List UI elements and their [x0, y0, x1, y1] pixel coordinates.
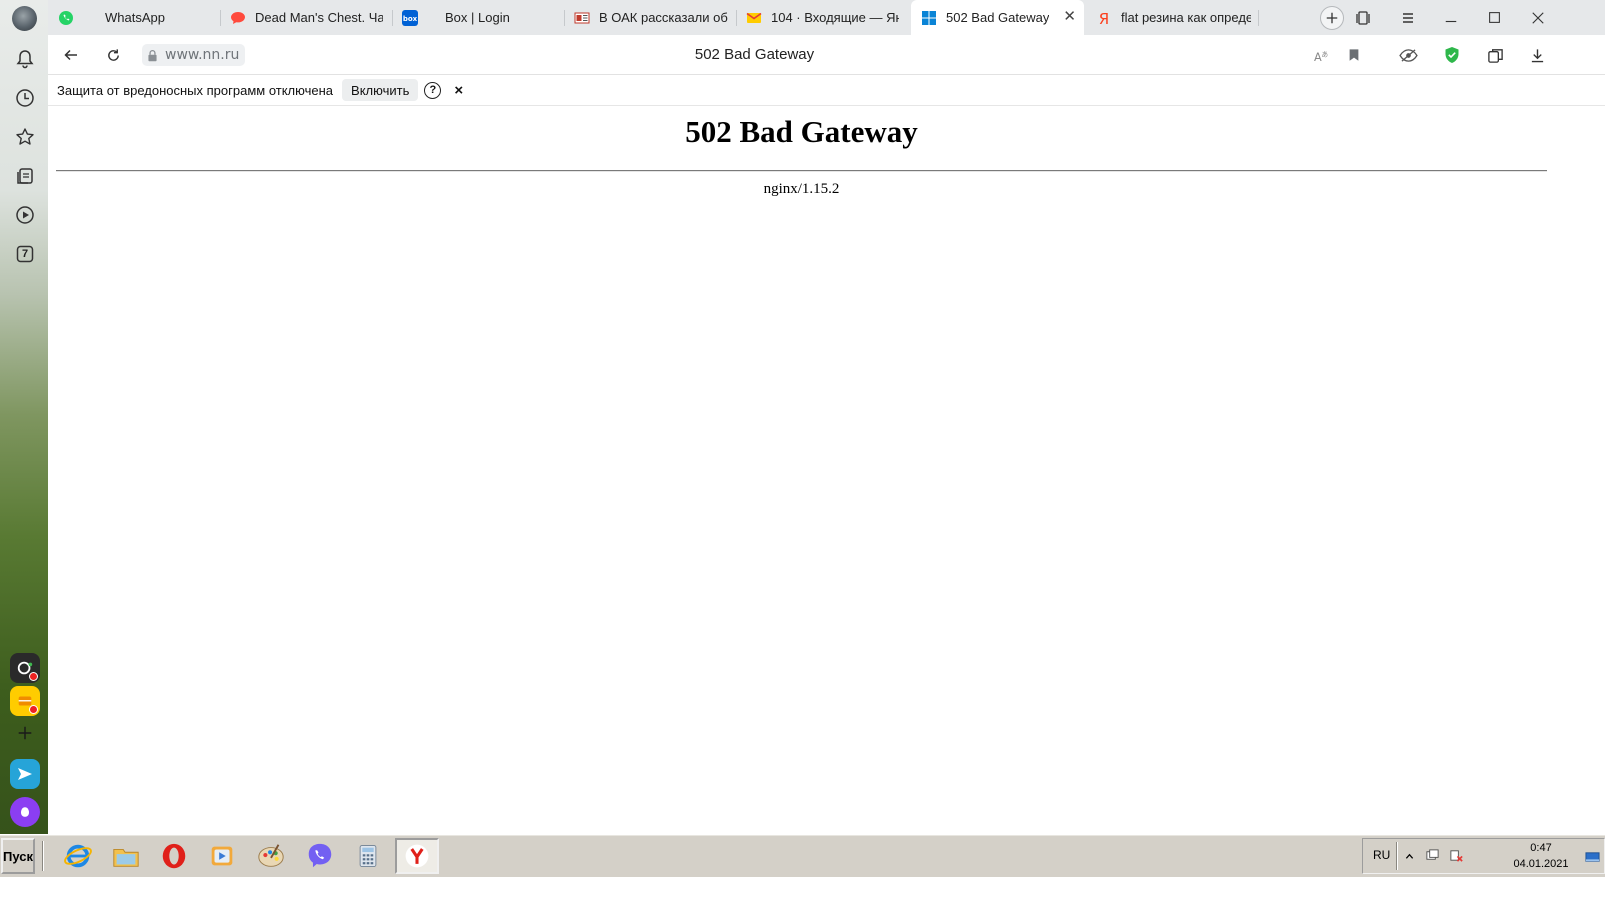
help-question-icon[interactable]: ? [424, 81, 442, 99]
notification-dot [29, 672, 38, 681]
whatsapp-icon [58, 10, 74, 26]
address-page-title[interactable]: 502 Bad Gateway [48, 46, 1461, 63]
chat-bubble-icon [230, 10, 246, 26]
bookmarks-star-icon[interactable] [14, 126, 36, 148]
yandex-browser-taskbar-icon[interactable] [395, 838, 439, 874]
error-heading: 502 Bad Gateway [685, 114, 918, 149]
horizontal-rule [56, 170, 1547, 172]
market-app-icon[interactable] [10, 686, 40, 716]
tab-box-login[interactable]: box Box | Login [392, 0, 564, 35]
svg-text:box: box [403, 15, 418, 23]
page-content: 502 Bad Gateway nginx/1.15.2 [48, 106, 1605, 834]
taskbar-separator [42, 841, 44, 871]
enable-protection-button[interactable]: Включить [342, 79, 419, 101]
tab-502-bad-gateway[interactable]: 502 Bad Gateway ✕ [911, 0, 1084, 35]
tab-close-icon[interactable]: ✕ [1063, 9, 1076, 25]
extensions-puzzle-icon[interactable] [1482, 43, 1508, 67]
paint-palette-icon[interactable] [249, 838, 293, 874]
tab-manager-icon[interactable] [1343, 0, 1383, 35]
counter-badge-icon[interactable]: 7 [14, 243, 36, 265]
svg-text:Я: Я [1099, 10, 1109, 26]
system-tray: RU 0:47 04.01.2021 [1362, 838, 1605, 874]
download-icon[interactable] [1524, 43, 1550, 67]
tab-title: WhatsApp [105, 10, 165, 25]
opera-icon[interactable] [152, 838, 196, 874]
address-toolbar: www.nn.ru 502 Bad Gateway Aあ [48, 35, 1605, 75]
menu-hamburger-icon[interactable] [1388, 0, 1428, 35]
show-desktop-icon[interactable] [1585, 850, 1600, 870]
camera-app-icon[interactable] [10, 653, 40, 683]
alice-assistant-icon[interactable] [10, 797, 40, 827]
mail-icon [746, 10, 762, 26]
server-signature: nginx/1.15.2 [763, 181, 840, 197]
show-hidden-icons-chevron-icon[interactable] [1405, 848, 1414, 866]
maximize-icon[interactable] [1474, 0, 1514, 35]
file-explorer-icon[interactable] [104, 838, 148, 874]
volume-muted-tray-icon[interactable] [1449, 848, 1464, 868]
collections-icon[interactable] [14, 165, 36, 187]
tab-title: 104 · Входящие — Янд [771, 10, 899, 25]
tab-title: Box | Login [445, 10, 510, 25]
keyboard-language-indicator[interactable]: RU [1373, 848, 1390, 862]
calculator-icon[interactable] [346, 838, 390, 874]
news-icon [574, 10, 590, 26]
tab-title: В ОАК рассказали об у [599, 10, 729, 25]
infobar-message: Защита от вредоносных программ отключена [57, 82, 334, 98]
tab-strip: WhatsApp Dead Man's Chest. Час box Box |… [48, 0, 1605, 35]
windows-taskbar: Пуск RU 0:47 04.01.2021 [0, 834, 1605, 877]
messenger-app-icon[interactable] [10, 759, 40, 789]
browser-sidebar: 7 [0, 0, 48, 865]
notification-dot [29, 705, 38, 714]
protect-incognito-icon[interactable] [1395, 43, 1421, 67]
screen-bottom-strip [0, 877, 1605, 903]
infobar-close-icon[interactable]: × [454, 82, 463, 99]
box-icon: box [402, 9, 418, 26]
clock-time[interactable]: 0:47 [1511, 842, 1571, 854]
tab-dead-mans-chest[interactable]: Dead Man's Chest. Час [220, 0, 392, 35]
shield-protect-icon[interactable] [1439, 43, 1465, 67]
media-player-icon[interactable] [200, 838, 244, 874]
add-app-icon[interactable] [10, 718, 40, 748]
tab-separator [1258, 10, 1259, 26]
internet-explorer-icon[interactable] [56, 838, 100, 874]
tab-title: Dead Man's Chest. Час [255, 10, 383, 25]
close-window-icon[interactable] [1518, 0, 1558, 35]
bookmark-icon[interactable] [1341, 43, 1367, 67]
tray-separator [1396, 842, 1398, 870]
tab-flat-rezina[interactable]: Я flat резина как опреде [1086, 0, 1258, 35]
history-clock-icon[interactable] [14, 87, 36, 109]
tab-whatsapp[interactable]: WhatsApp [48, 0, 220, 35]
yandex-icon: Я [1096, 10, 1112, 26]
new-tab-button[interactable] [1320, 6, 1344, 30]
tab-yandex-mail[interactable]: 104 · Входящие — Янд [736, 0, 908, 35]
clock-date[interactable]: 04.01.2021 [1503, 858, 1579, 870]
counter-badge-value: 7 [21, 248, 29, 260]
user-avatar[interactable] [12, 6, 37, 31]
tab-oak-news[interactable]: В ОАК рассказали об у [564, 0, 736, 35]
tab-title: 502 Bad Gateway [946, 10, 1050, 25]
network-tray-icon[interactable] [1425, 848, 1440, 868]
svg-text:あ: あ [1321, 50, 1328, 58]
malware-protection-infobar: Защита от вредоносных программ отключена… [48, 75, 1605, 106]
tab-title: flat резина как опреде [1121, 10, 1251, 25]
minimize-icon[interactable] [1431, 0, 1471, 35]
bell-icon[interactable] [14, 48, 36, 70]
video-play-icon[interactable] [14, 204, 36, 226]
viber-icon[interactable] [298, 838, 342, 874]
start-button[interactable]: Пуск [1, 838, 35, 874]
translate-icon[interactable]: Aあ [1308, 43, 1334, 67]
windows-icon [921, 10, 937, 26]
